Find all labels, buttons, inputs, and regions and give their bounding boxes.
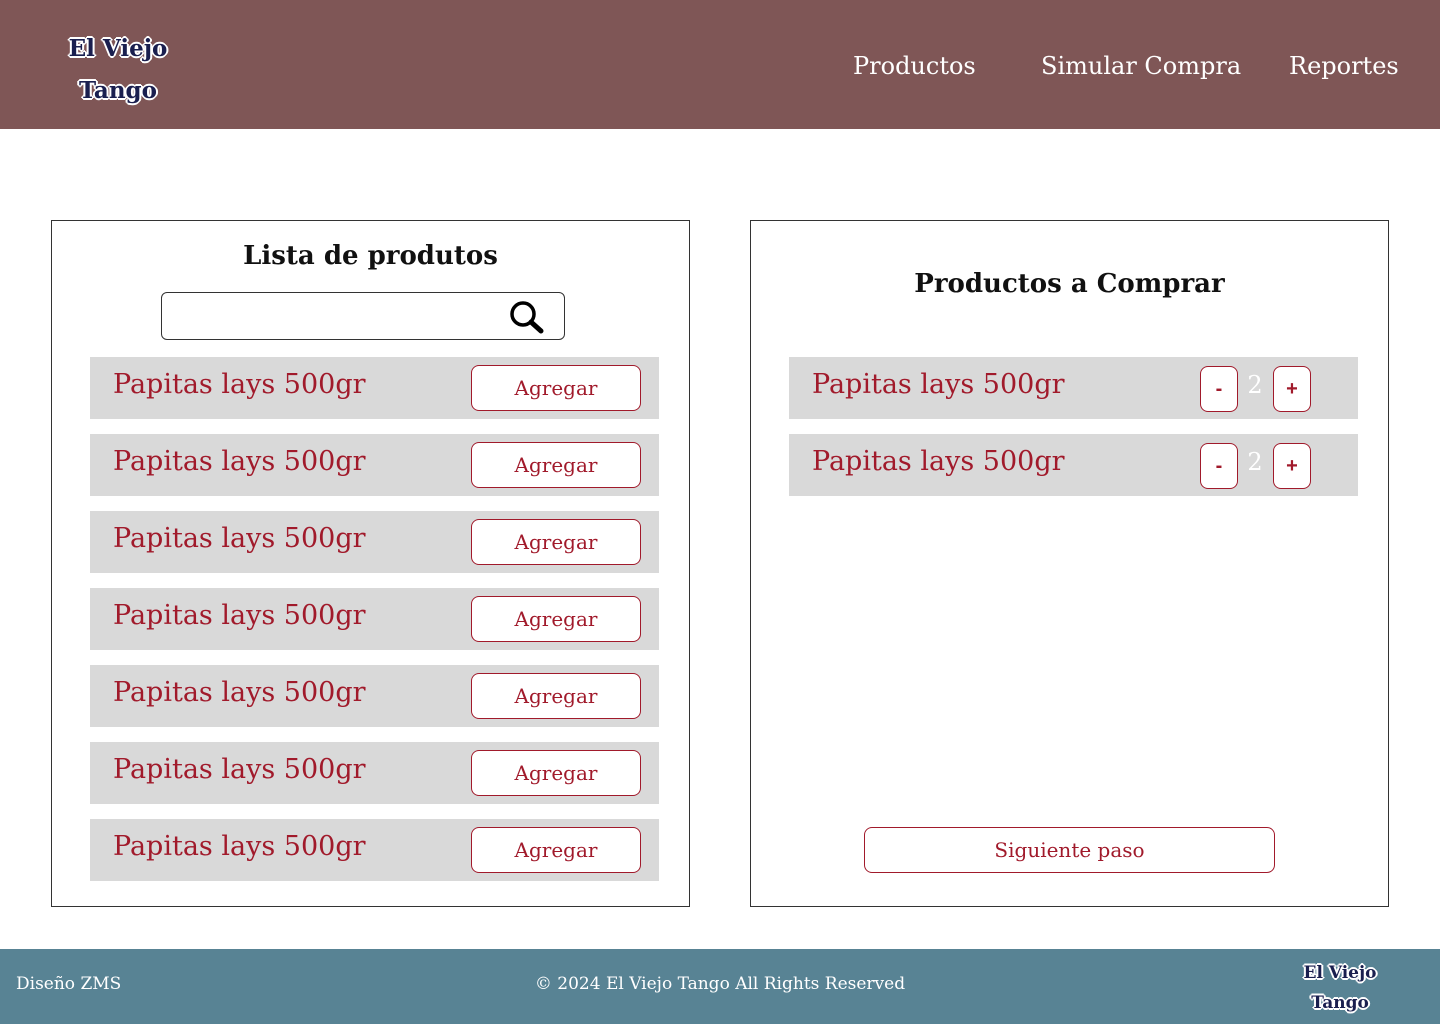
search-box[interactable] [161,292,565,340]
search-icon[interactable] [508,299,546,335]
footer-logo: El Viejo Tango [1295,958,1385,1018]
product-name: Papitas lays 500gr [113,677,366,708]
decrease-quantity-button[interactable]: - [1200,366,1238,412]
site-footer: Diseño ZMS © 2024 El Viejo Tango All Rig… [0,949,1440,1024]
cart-title: Productos a Comprar [914,269,1225,299]
nav-productos[interactable]: Productos [853,46,976,86]
product-row: Papitas lays 500gr Agregar [90,357,659,419]
quantity-value: 2 [1247,448,1263,476]
cart-row: Papitas lays 500gr - 2 + [789,357,1358,419]
logo-line-1: El Viejo [68,35,168,62]
product-name: Papitas lays 500gr [113,446,366,477]
next-step-button[interactable]: Siguiente paso [864,827,1275,873]
cart-row: Papitas lays 500gr - 2 + [789,434,1358,496]
add-button[interactable]: Agregar [471,596,641,642]
search-input[interactable] [170,299,490,333]
cart-panel: Productos a Comprar Papitas lays 500gr -… [750,220,1389,907]
increase-quantity-button[interactable]: + [1273,366,1311,412]
logo-line-2: Tango [79,77,157,104]
product-row: Papitas lays 500gr Agregar [90,588,659,650]
increase-quantity-button[interactable]: + [1273,443,1311,489]
nav-simular-compra[interactable]: Simular Compra [1041,46,1241,86]
product-row: Papitas lays 500gr Agregar [90,665,659,727]
add-button[interactable]: Agregar [471,750,641,796]
product-row: Papitas lays 500gr Agregar [90,511,659,573]
footer-copyright: © 2024 El Viejo Tango All Rights Reserve… [534,974,906,994]
add-button[interactable]: Agregar [471,827,641,873]
add-button[interactable]: Agregar [471,519,641,565]
product-name: Papitas lays 500gr [113,369,366,400]
product-name: Papitas lays 500gr [113,600,366,631]
add-button[interactable]: Agregar [471,442,641,488]
product-list-title: Lista de produtos [243,241,498,271]
nav-reportes[interactable]: Reportes [1289,46,1399,86]
product-name: Papitas lays 500gr [113,523,366,554]
add-button[interactable]: Agregar [471,365,641,411]
footer-logo-line-2: Tango [1311,993,1369,1013]
site-header: El Viejo Tango Productos Simular Compra … [0,0,1440,129]
cart-item-name: Papitas lays 500gr [812,369,1065,400]
brand-logo[interactable]: El Viejo Tango [68,28,168,112]
quantity-value: 2 [1247,371,1263,399]
add-button[interactable]: Agregar [471,673,641,719]
product-name: Papitas lays 500gr [113,831,366,862]
product-list-panel: Lista de produtos Papitas lays 500gr Agr… [51,220,690,907]
product-row: Papitas lays 500gr Agregar [90,434,659,496]
product-row: Papitas lays 500gr Agregar [90,742,659,804]
cart-item-name: Papitas lays 500gr [812,446,1065,477]
product-name: Papitas lays 500gr [113,754,366,785]
product-row: Papitas lays 500gr Agregar [90,819,659,881]
decrease-quantity-button[interactable]: - [1200,443,1238,489]
footer-logo-line-1: El Viejo [1303,963,1377,983]
